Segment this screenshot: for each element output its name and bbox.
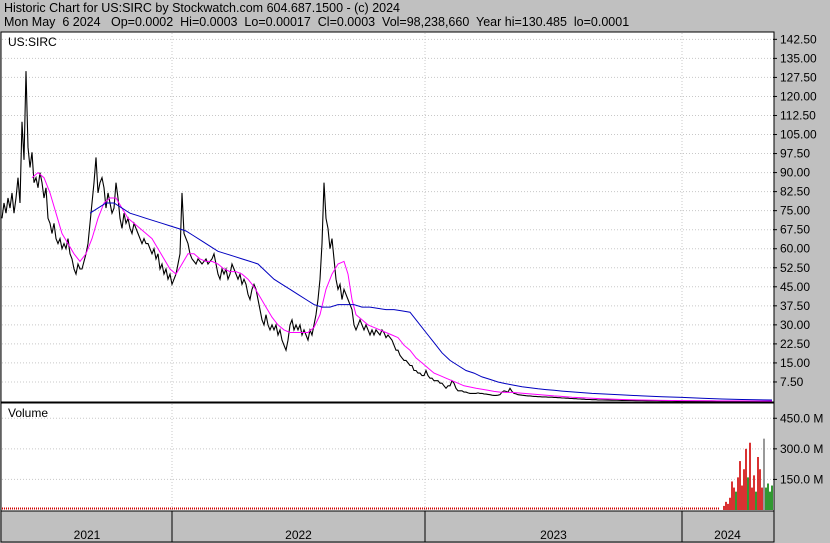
price-axis: 142.50 135.00 127.50 120.00 112.50 105.00 97.5… (780, 32, 817, 389)
volume-bar (737, 477, 739, 510)
price-tick-label: 135.00 (780, 51, 817, 65)
volume-bar (731, 481, 733, 510)
volume-bar (765, 487, 767, 510)
price-tick-label: 142.50 (780, 32, 817, 46)
volume-bar (725, 501, 727, 510)
year-label: 2024 (714, 528, 741, 542)
price-panel (0, 31, 775, 403)
price-tick-label: 75.00 (780, 204, 810, 218)
volume-bar (747, 477, 749, 510)
volume-bar (757, 457, 759, 510)
price-tick-label: 60.00 (780, 242, 810, 256)
price-tick-label: 22.50 (780, 337, 810, 351)
year-label: 2022 (285, 528, 312, 542)
price-tick-label: 120.00 (780, 89, 817, 103)
volume-bar (763, 438, 765, 510)
price-tick-label: 82.50 (780, 185, 810, 199)
volume-panel (0, 402, 775, 512)
volume-bar (753, 475, 755, 510)
volume-bar (729, 497, 731, 510)
price-tick-label: 90.00 (780, 166, 810, 180)
x-axis-strip (0, 510, 775, 543)
year-label: 2023 (540, 528, 567, 542)
volume-bar (759, 469, 761, 510)
price-tick-label: 45.00 (780, 280, 810, 294)
volume-bar (755, 491, 757, 510)
price-tick-label: 112.50 (780, 108, 816, 122)
symbol-label: US:SIRC (8, 35, 57, 49)
volume-bar (767, 483, 769, 510)
price-tick-label: 67.50 (780, 223, 810, 237)
price-tick-label: 105.00 (780, 128, 817, 142)
price-tick-label: 127.50 (780, 70, 817, 84)
year-label: 2021 (74, 528, 101, 542)
volume-bar (751, 487, 753, 510)
volume-bar (769, 491, 771, 510)
price-tick-label: 52.50 (780, 261, 810, 275)
volume-label: Volume (8, 406, 48, 420)
price-tick-label: 7.50 (780, 375, 804, 389)
volume-bar (745, 448, 747, 510)
volume-axis: 450.0 M 300.0 M 150.0 M (780, 411, 823, 486)
price-tick-label: 15.00 (780, 356, 810, 370)
volume-bar (735, 491, 737, 510)
volume-bar (743, 469, 745, 510)
volume-tick-label: 450.0 M (780, 411, 823, 425)
stock-chart: US:SIRC 142.50 135.00 127.50 120.00 112.50 10… (0, 31, 823, 543)
price-tick-label: 30.00 (780, 318, 810, 332)
volume-bar (771, 485, 773, 510)
volume-bar (761, 487, 763, 510)
volume-tick-label: 150.0 M (780, 472, 823, 486)
price-tick-label: 37.50 (780, 299, 810, 313)
volume-tick-label: 300.0 M (780, 442, 823, 456)
volume-bar (723, 505, 725, 510)
volume-bar (727, 503, 729, 510)
volume-bar (733, 487, 735, 510)
volume-bar (741, 485, 743, 510)
volume-bar (739, 461, 741, 510)
volume-bar (749, 442, 751, 510)
price-tick-label: 97.50 (780, 147, 810, 161)
